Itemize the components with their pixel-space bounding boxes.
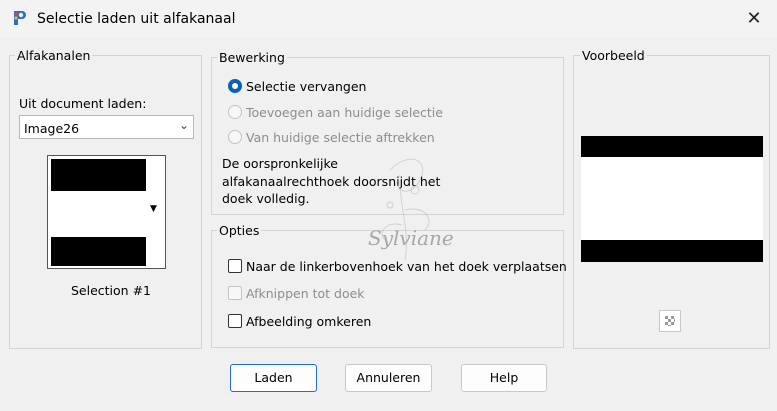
alfakanalen-legend: Alfakanalen	[15, 48, 93, 63]
thumbnail-dropdown-button[interactable]: ▼	[148, 159, 162, 265]
radio-subtract-selection[interactable]	[228, 130, 242, 144]
radio-replace-selection[interactable]	[228, 79, 242, 93]
preview-toggle-button[interactable]	[659, 310, 681, 332]
window-title: Selectie laden uit alfakanaal	[37, 11, 236, 27]
radio-subtract-label: Van huidige selectie aftrekken	[246, 130, 435, 145]
title-bar: Selectie laden uit alfakanaal ✕	[0, 0, 777, 38]
preview-canvas	[581, 136, 763, 262]
load-button[interactable]: Laden	[230, 364, 317, 392]
checkbox-crop-label: Afknippen tot doek	[246, 286, 365, 301]
triangle-down-icon: ▼	[150, 204, 157, 214]
watermark-text: Sylviane	[368, 226, 454, 250]
checkbox-crop-to-canvas[interactable]	[228, 286, 242, 300]
checkbox-move-to-top-left[interactable]	[228, 259, 242, 273]
help-button[interactable]: Help	[461, 364, 547, 392]
selection-thumbnail-picker[interactable]: ▼	[47, 155, 166, 269]
close-button[interactable]: ✕	[744, 9, 764, 29]
bewerking-legend: Bewerking	[217, 50, 287, 65]
document-select-value: Image26	[24, 121, 80, 136]
watermark-flourish	[381, 158, 430, 261]
load-from-document-label: Uit document laden:	[19, 96, 147, 111]
selection-thumbnail	[51, 159, 146, 266]
close-icon: ✕	[746, 8, 762, 29]
checkbox-invert-label: Afbeelding omkeren	[246, 314, 372, 329]
opties-legend: Opties	[217, 223, 262, 238]
radio-replace-label: Selectie vervangen	[246, 79, 367, 94]
radio-add-label: Toevoegen aan huidige selectie	[246, 105, 443, 120]
document-select[interactable]: Image26 ⌄	[19, 115, 194, 139]
checkerboard-icon	[665, 316, 675, 326]
info-text-line-1: De oorspronkelijke	[222, 156, 338, 171]
selection-caption: Selection #1	[71, 283, 152, 298]
radio-add-selection[interactable]	[228, 105, 242, 119]
cancel-button[interactable]: Annuleren	[345, 364, 432, 392]
info-text-line-3: doek volledig.	[222, 191, 310, 206]
checkbox-invert-image[interactable]	[228, 314, 242, 328]
paintshop-icon	[14, 11, 26, 25]
voorbeeld-legend: Voorbeeld	[580, 48, 647, 63]
chevron-down-icon: ⌄	[178, 118, 189, 132]
